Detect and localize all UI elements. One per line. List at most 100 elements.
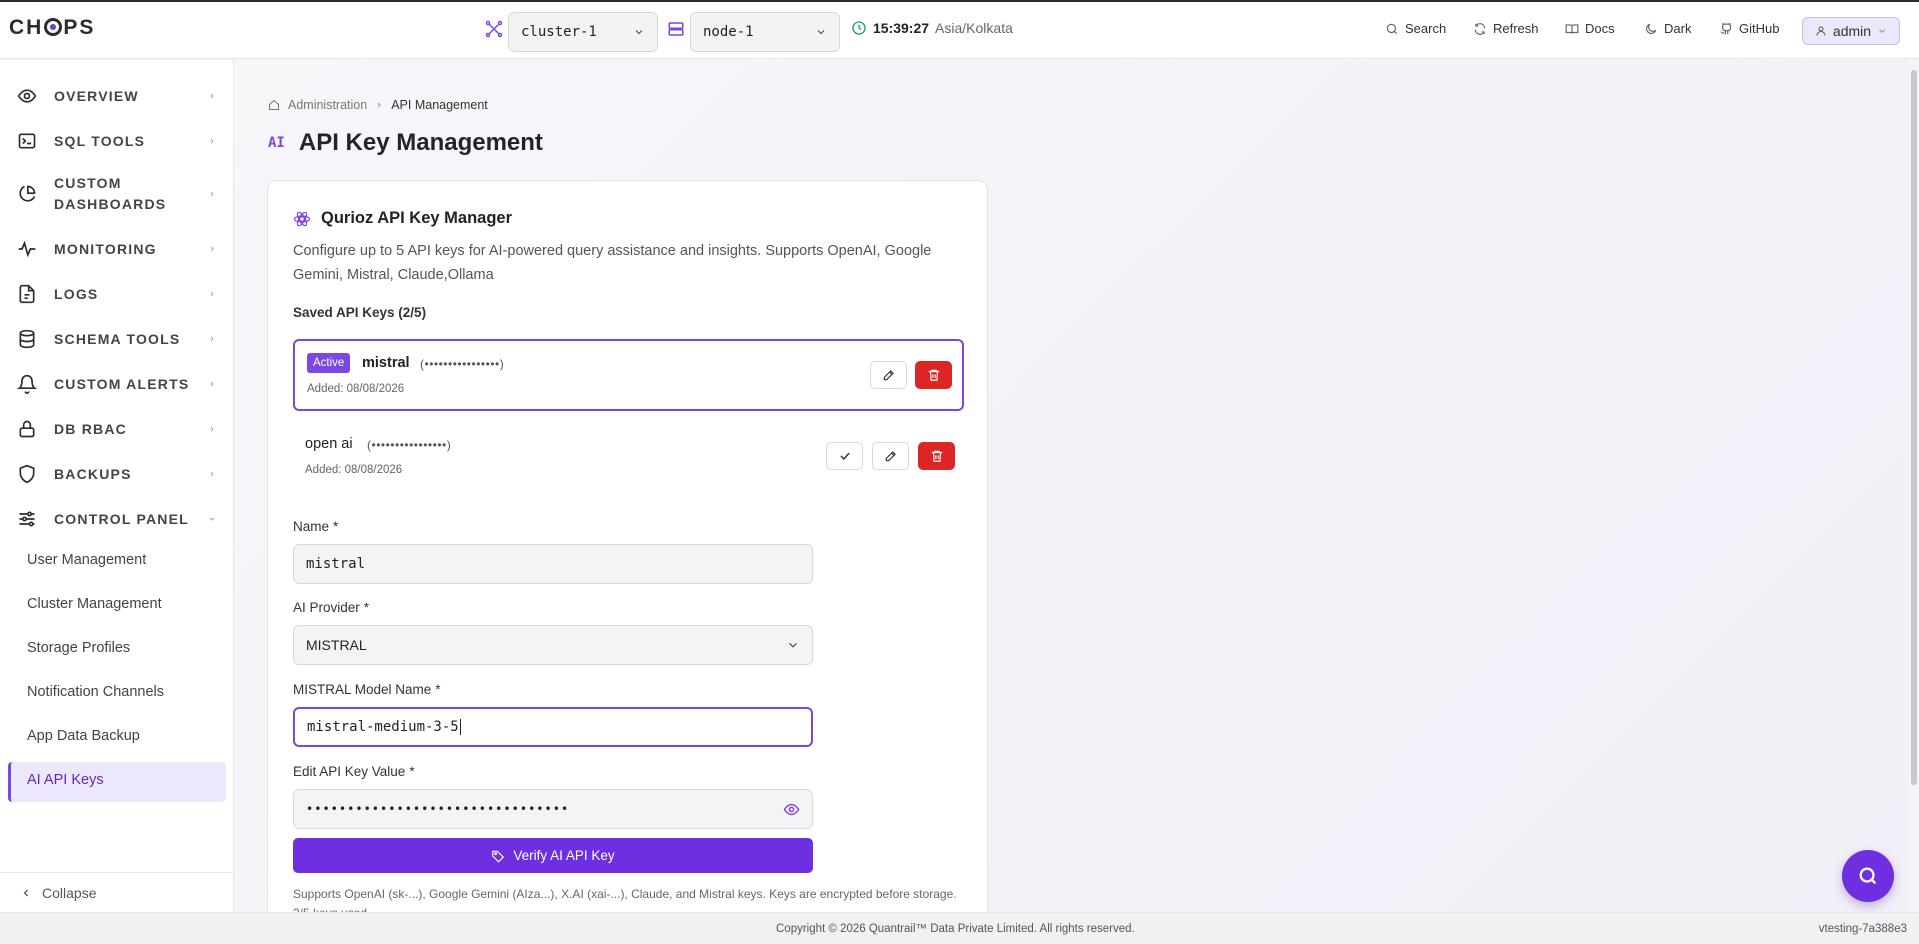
name-input[interactable]: mistral — [293, 544, 813, 584]
tag-icon — [492, 850, 505, 863]
chevron-left-icon — [23, 889, 28, 896]
sidebar-item-label: CUSTOM DASHBOARDS — [54, 175, 167, 212]
ai-icon: AI — [268, 135, 285, 151]
model-name-input[interactable]: mistral-medium-3-5 — [293, 707, 813, 747]
sidebar-item-label: MONITORING — [54, 240, 157, 257]
activate-key-button[interactable] — [826, 442, 863, 470]
cluster-icon — [485, 20, 503, 38]
eye-icon — [17, 89, 37, 103]
sidebar-item-custom-alerts[interactable]: CUSTOM ALERTS — [0, 372, 233, 396]
main-content: Administration API Management AI API Key… — [234, 60, 1909, 912]
breadcrumb-parent[interactable]: Administration — [288, 98, 367, 112]
scrollbar-thumb[interactable] — [1911, 70, 1917, 785]
bell-icon — [17, 374, 37, 394]
sidebar-item-db-rbac[interactable]: DB RBAC — [0, 417, 233, 441]
page-title: AI API Key Management — [268, 129, 543, 157]
sidebar-item-schema-tools[interactable]: SCHEMA TOOLS — [0, 327, 233, 351]
api-key-input[interactable]: •••••••••••••••••••••••••••••••• — [293, 789, 813, 829]
footer: Copyright © 2026 Quantrail™ Data Private… — [0, 912, 1919, 944]
sidebar-item-monitoring[interactable]: MONITORING — [0, 237, 233, 261]
moon-icon — [1646, 23, 1657, 34]
card-title-text: Qurioz API Key Manager — [321, 209, 513, 227]
api-key-card: Qurioz API Key Manager Configure up to 5… — [267, 180, 988, 912]
sidebar-subitem-ai-api-keys[interactable]: AI API Keys — [27, 772, 104, 788]
sidebar-item-label: CUSTOM ALERTS — [54, 375, 190, 392]
api-key-field-label: Edit API Key Value * — [293, 764, 415, 779]
cluster-select[interactable]: cluster-1 — [508, 12, 658, 52]
card-title: Qurioz API Key Manager — [293, 209, 512, 228]
sidebar-item-label: OVERVIEW — [54, 87, 139, 104]
chevron-down-icon — [209, 517, 215, 521]
saved-key-row[interactable]: open ai (••••••••••••••••) Added: 08/08/… — [293, 421, 964, 493]
chevron-down-icon — [1879, 29, 1885, 33]
dark-mode-label: Dark — [1664, 21, 1692, 36]
node-select[interactable]: node-1 — [690, 12, 840, 52]
collapse-sidebar-button[interactable]: Collapse — [0, 872, 233, 912]
edit-key-button[interactable] — [872, 442, 909, 470]
delete-key-button[interactable] — [915, 361, 952, 389]
dark-mode-button[interactable]: Dark — [1644, 21, 1691, 36]
verify-api-key-button[interactable]: Verify AI API Key — [293, 838, 813, 873]
footer-copyright: Copyright © 2026 Quantrail™ Data Private… — [776, 923, 1135, 935]
sliders-icon — [19, 511, 35, 527]
app-logo[interactable]: CH PS — [9, 16, 95, 40]
trash-icon — [928, 369, 939, 381]
breadcrumb-current: API Management — [391, 98, 488, 112]
sidebar-item-label: SCHEMA TOOLS — [54, 330, 181, 347]
floating-search-button[interactable] — [1842, 850, 1894, 902]
provider-field-label: AI Provider * — [293, 600, 370, 615]
page-title-text: API Key Management — [298, 129, 543, 156]
sidebar-item-sql-tools[interactable]: SQL TOOLS — [0, 129, 233, 153]
sidebar-item-label: DB RBAC — [54, 420, 127, 437]
docs-button[interactable]: Docs — [1565, 21, 1615, 36]
github-label: GitHub — [1739, 21, 1780, 36]
sidebar-item-logs[interactable]: LOGS — [0, 282, 233, 306]
terminal-icon — [18, 133, 36, 149]
chevron-right-icon — [210, 291, 214, 297]
search-button[interactable]: Search — [1385, 21, 1446, 36]
delete-key-button[interactable] — [918, 442, 955, 470]
footer-version: vtesting-7a388e3 — [1818, 923, 1907, 935]
edit-icon — [883, 370, 894, 381]
sidebar-item-overview[interactable]: OVERVIEW — [0, 84, 233, 108]
search-icon — [1386, 23, 1398, 34]
pie-chart-icon — [19, 185, 36, 202]
sidebar-subitem-notification-channels[interactable]: Notification Channels — [27, 684, 164, 700]
user-icon — [1816, 26, 1826, 36]
key-name: open ai — [305, 436, 353, 452]
sidebar-subitem-storage-profiles[interactable]: Storage Profiles — [27, 640, 130, 656]
top-header: CH PS cluster-1 node-1 15:39:27 Asia/Kolk… — [0, 2, 1919, 59]
chevron-down-icon — [789, 642, 797, 648]
key-masked-value: (••••••••••••••••) — [420, 357, 505, 371]
database-icon — [19, 329, 35, 349]
sidebar-item-label: LOGS — [54, 285, 99, 302]
chevron-right-icon — [210, 381, 214, 387]
sidebar-item-backups[interactable]: BACKUPS — [0, 462, 233, 486]
sidebar-subitem-user-management[interactable]: User Management — [27, 552, 146, 568]
saved-key-row-active[interactable]: Active mistral (••••••••••••••••) Added:… — [293, 339, 964, 411]
key-masked-value: (••••••••••••••••) — [367, 438, 452, 452]
chevron-right-icon — [210, 246, 214, 252]
key-name: mistral — [362, 355, 410, 371]
sidebar-item-custom-dashboards[interactable]: CUSTOM DASHBOARDS — [0, 173, 233, 215]
sidebar-subitem-cluster-management[interactable]: Cluster Management — [27, 596, 162, 612]
provider-select[interactable]: MISTRAL — [293, 625, 813, 665]
edit-key-button[interactable] — [870, 361, 907, 389]
github-button[interactable]: GitHub — [1719, 21, 1779, 36]
clock-icon — [852, 21, 866, 35]
page-scrollbar[interactable] — [1909, 60, 1919, 912]
user-menu[interactable]: admin — [1802, 17, 1900, 45]
sidebar-subitem-app-data-backup[interactable]: App Data Backup — [27, 728, 140, 744]
check-icon — [839, 452, 850, 460]
refresh-button[interactable]: Refresh — [1473, 21, 1539, 36]
chevron-right-icon — [210, 93, 214, 99]
eye-icon[interactable] — [783, 801, 800, 818]
refresh-icon — [1474, 22, 1486, 35]
clock-timezone: Asia/Kolkata — [935, 20, 1013, 36]
shield-icon — [19, 464, 35, 484]
chevron-right-icon — [210, 191, 214, 197]
sidebar-item-control-panel[interactable]: CONTROL PANEL — [0, 507, 233, 531]
lock-icon — [19, 420, 35, 438]
cluster-select-value: cluster-1 — [521, 24, 597, 40]
github-icon — [1720, 22, 1732, 34]
